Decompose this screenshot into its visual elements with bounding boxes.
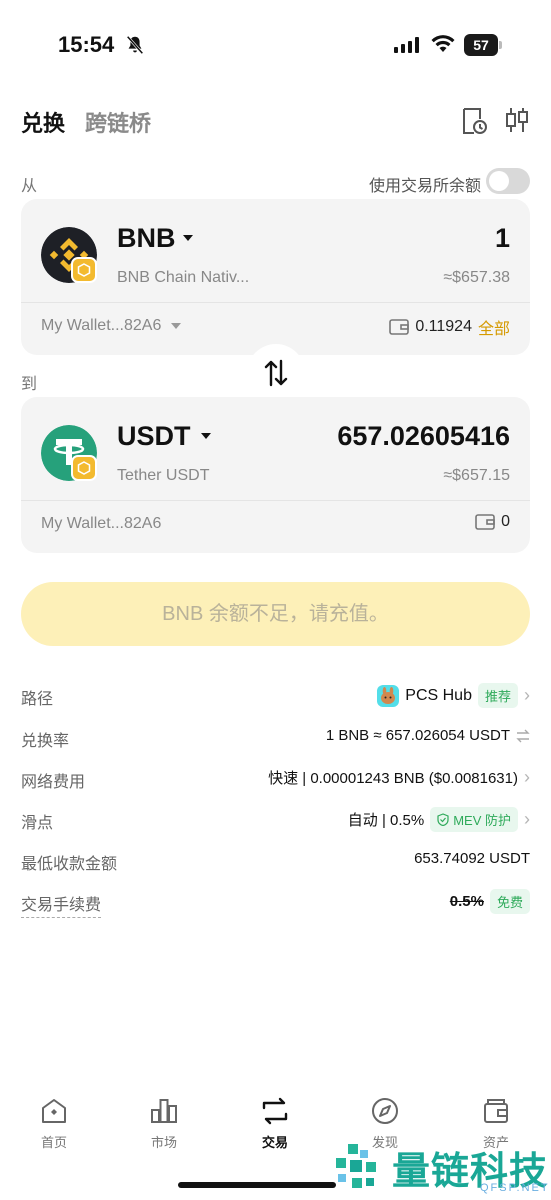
from-token-dropdown-icon[interactable] — [183, 235, 193, 241]
trade-fee-label[interactable]: 交易手续费 — [21, 891, 102, 918]
route-value: PCS Hub — [405, 686, 472, 704]
from-usd-value: ≈$657.38 — [443, 269, 510, 286]
recommended-badge: 推荐 — [477, 683, 518, 708]
to-token-name: Tether USDT — [117, 467, 210, 484]
nav-label-trade: 交易 — [261, 1135, 288, 1150]
rate-label: 兑换率 — [21, 733, 70, 750]
history-icon[interactable] — [460, 106, 488, 136]
chevron-right-icon: › — [524, 685, 530, 705]
from-label: 从 — [21, 178, 38, 195]
to-wallet-balance-value: 0 — [501, 513, 510, 530]
trade-fee-original: 0.5% — [449, 893, 484, 910]
min-received-label: 最低收款金额 — [21, 856, 118, 873]
tab-bridge[interactable]: 跨链桥 — [85, 106, 151, 138]
from-wallet-selector[interactable]: My Wallet...82A6 — [41, 317, 161, 335]
bnb-chain-badge-icon — [71, 455, 97, 481]
from-wallet-balance-value: 0.11924 — [415, 318, 472, 335]
wifi-icon — [431, 35, 455, 52]
battery-level: 57 — [464, 34, 498, 56]
pancakeswap-icon — [377, 684, 400, 707]
to-wallet-selector[interactable]: My Wallet...82A6 — [41, 515, 161, 533]
wallet-icon — [484, 1099, 508, 1123]
to-token-symbol[interactable]: USDT — [117, 421, 191, 452]
home-indicator — [178, 1182, 336, 1188]
to-label: 到 — [21, 376, 38, 393]
to-usd-value: ≈$657.15 — [443, 467, 510, 484]
nav-item-home[interactable]: 首页 — [19, 1096, 89, 1151]
watermark-logo: 量链科技 QFSP.NET — [330, 1140, 551, 1200]
watermark-subtext: QFSP.NET — [480, 1182, 550, 1194]
swap-direction-button[interactable] — [247, 344, 305, 402]
chevron-right-icon: › — [524, 809, 530, 829]
slippage-value: 自动 | 0.5% — [347, 812, 425, 829]
swap-arrows-icon — [264, 359, 288, 387]
slippage-label: 滑点 — [21, 815, 54, 832]
route-label: 路径 — [21, 691, 54, 708]
network-fee-label: 网络费用 — [21, 774, 86, 791]
nav-label-market: 市场 — [150, 1135, 177, 1150]
candlestick-chart-icon[interactable] — [504, 106, 530, 134]
bell-muted-icon — [126, 35, 144, 55]
compass-icon — [372, 1098, 398, 1124]
from-token-card: BNB BNB Chain Nativ... 1 ≈$657.38 My Wal… — [21, 199, 530, 355]
rate-row[interactable]: 1 BNB ≈ 657.026054 USDT — [326, 727, 530, 744]
to-wallet-balance: 0 — [475, 513, 510, 531]
cellular-signal-icon — [394, 37, 419, 53]
slippage-selector[interactable]: 自动 | 0.5% MEV 防护 › — [348, 807, 530, 832]
insufficient-balance-button[interactable]: BNB 余额不足，请充值。 — [21, 582, 530, 646]
to-amount: 657.02605416 — [337, 421, 510, 451]
switch-rate-icon[interactable] — [516, 729, 530, 743]
wallet-icon — [389, 319, 410, 335]
to-token-card: USDT Tether USDT 657.02605416 ≈$657.15 M… — [21, 397, 530, 553]
free-badge: 免费 — [489, 889, 530, 914]
nav-item-trade[interactable]: 交易 — [240, 1096, 310, 1151]
route-selector[interactable]: PCS Hub 推荐 › — [377, 683, 530, 708]
from-token-name: BNB Chain Nativ... — [117, 269, 250, 286]
battery-icon: 57 — [464, 34, 504, 56]
bar-chart-icon — [151, 1099, 177, 1123]
network-fee-selector[interactable]: 快速 | 0.00001243 BNB ($0.0081631) › — [268, 767, 530, 788]
nav-label-home: 首页 — [40, 1135, 67, 1150]
to-token-dropdown-icon[interactable] — [201, 433, 211, 439]
use-exchange-balance-label: 使用交易所余额 — [368, 178, 481, 195]
mev-protection-label: MEV 防护 — [453, 813, 511, 828]
from-amount-input[interactable]: 1 — [495, 223, 510, 254]
bnb-chain-badge-icon — [71, 257, 97, 283]
shield-check-icon — [437, 813, 449, 826]
rate-value: 1 BNB ≈ 657.026054 USDT — [325, 727, 510, 744]
from-token-symbol[interactable]: BNB — [117, 223, 176, 254]
use-exchange-balance-toggle[interactable] — [486, 168, 530, 194]
trade-fee-row: 0.5% 免费 — [450, 889, 530, 914]
status-time: 15:54 — [58, 32, 115, 57]
network-fee-value: 快速 | 0.00001243 BNB ($0.0081631) — [268, 770, 518, 787]
from-wallet-balance: 0.11924 全部 — [389, 315, 510, 339]
chevron-right-icon: › — [524, 767, 530, 787]
wallet-icon — [475, 514, 495, 530]
swap-icon — [262, 1097, 288, 1125]
mev-protection-badge: MEV 防护 — [430, 807, 518, 832]
nav-item-market[interactable]: 市场 — [129, 1096, 199, 1151]
max-button[interactable]: 全部 — [478, 315, 510, 339]
home-icon — [42, 1099, 66, 1123]
tab-swap[interactable]: 兑换 — [21, 106, 65, 138]
min-received-value: 653.74092 USDT — [414, 850, 530, 867]
watermark-mark-icon — [336, 1144, 376, 1188]
from-wallet-dropdown-icon[interactable] — [171, 323, 181, 329]
